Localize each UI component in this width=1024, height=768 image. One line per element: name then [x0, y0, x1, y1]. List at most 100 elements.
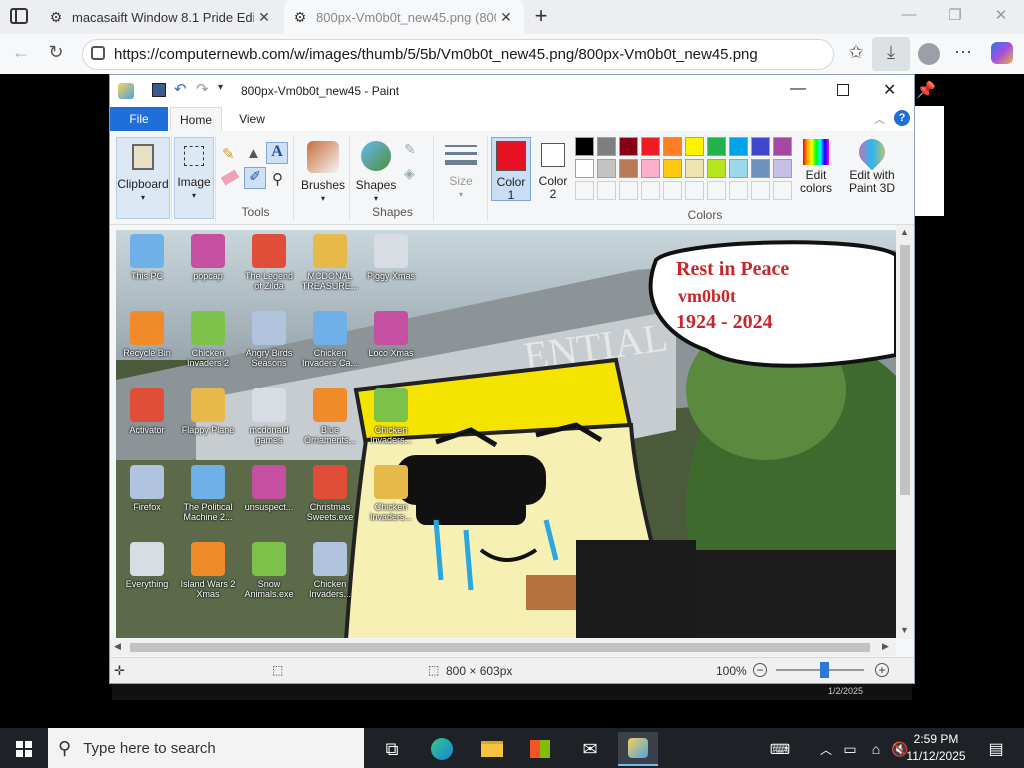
clock[interactable]: 2:59 PM 11/12/2025 — [905, 731, 967, 765]
scroll-down-icon[interactable]: ▼ — [900, 625, 909, 635]
start-button[interactable] — [4, 732, 44, 766]
palette-swatch[interactable] — [619, 137, 638, 156]
custom-color-slot[interactable] — [641, 181, 660, 200]
url-text[interactable]: https://computernewb.com/w/images/thumb/… — [114, 46, 758, 63]
browser-tab-1[interactable]: ⚙ macasaift Window 8.1 Pride Editic ✕ — [40, 0, 282, 34]
edit-colors-button[interactable]: Edit colors — [796, 137, 836, 201]
outline-icon[interactable]: ✎ — [404, 141, 416, 158]
maximize-icon[interactable] — [837, 84, 849, 96]
edge-icon[interactable] — [422, 732, 462, 766]
help-icon[interactable]: ? — [894, 110, 910, 126]
desktop-icon[interactable]: Piggy Xmas — [362, 234, 420, 281]
tab-home[interactable]: Home — [170, 107, 222, 131]
scroll-up-icon[interactable]: ▲ — [900, 227, 909, 237]
close-icon[interactable]: ✕ — [883, 80, 896, 100]
lock-icon[interactable] — [91, 46, 105, 60]
restore-icon[interactable]: ❐ — [940, 6, 970, 24]
downloads-button[interactable]: ⤓ — [872, 37, 910, 71]
palette-swatch[interactable] — [597, 137, 616, 156]
shapes-button[interactable]: Shapes ▾ — [354, 137, 398, 203]
close-window-icon[interactable]: ✕ — [986, 6, 1016, 24]
desktop-icon[interactable]: Chicken Invaders... — [301, 542, 359, 599]
drawing-canvas[interactable]: ENTIAL Rest in Peace vm0b0t 1924 - 2024 … — [116, 230, 896, 638]
browser-tab-2[interactable]: ⚙ 800px-Vm0b0t_new45.png (800 ✕ — [284, 0, 524, 34]
close-tab-icon[interactable]: ✕ — [496, 9, 516, 26]
new-tab-icon[interactable]: + — [530, 3, 552, 29]
zoom-out-icon[interactable]: − — [753, 663, 767, 677]
desktop-icon[interactable]: This PC — [118, 234, 176, 281]
task-view-icon[interactable]: ⧉ — [372, 732, 412, 766]
vertical-scrollbar[interactable]: ▲ ▼ — [896, 225, 914, 639]
desktop-icon[interactable]: The Legend of Zilda — [240, 234, 298, 291]
back-icon[interactable]: ← — [8, 42, 34, 63]
custom-color-slot[interactable] — [773, 181, 792, 200]
desktop-icon[interactable]: unsuspect... — [240, 465, 298, 512]
desktop-icon[interactable]: Flappy Plane — [179, 388, 237, 435]
notifications-icon[interactable]: ▤ — [976, 732, 1016, 766]
desktop-icon[interactable]: Activator — [118, 388, 176, 435]
palette-swatch[interactable] — [773, 137, 792, 156]
desktop-icon[interactable]: Christmas Sweets.exe — [301, 465, 359, 522]
color1-button[interactable]: Color 1 — [491, 137, 531, 202]
mail-icon[interactable]: ✉ — [570, 732, 610, 766]
desktop-icon[interactable]: popcap — [179, 234, 237, 281]
palette-swatch[interactable] — [685, 137, 704, 156]
color2-button[interactable]: Color 2 — [534, 137, 572, 201]
desktop-icon[interactable]: The Political Machine 2... — [179, 465, 237, 522]
collapse-ribbon-icon[interactable]: ︿ — [874, 111, 885, 127]
zoom-slider-thumb[interactable] — [820, 662, 830, 678]
palette-swatch[interactable] — [751, 159, 770, 178]
image-button[interactable]: Image ▾ — [174, 137, 214, 219]
clipboard-button[interactable]: Clipboard ▾ — [116, 137, 170, 219]
pencil-icon[interactable]: ✎ — [222, 145, 235, 163]
undo-icon[interactable]: ↶ — [174, 80, 187, 98]
custom-color-slot[interactable] — [729, 181, 748, 200]
profile-avatar[interactable] — [918, 43, 940, 65]
custom-color-slot[interactable] — [619, 181, 638, 200]
custom-color-slot[interactable] — [751, 181, 770, 200]
favorites-icon[interactable]: ✩ — [843, 42, 869, 63]
palette-swatch[interactable] — [663, 137, 682, 156]
horizontal-scroll-thumb[interactable] — [130, 643, 870, 652]
desktop-icon[interactable]: Snow Animals.exe — [240, 542, 298, 599]
desktop-icon[interactable]: Chicken Invaders 2 — [179, 311, 237, 368]
desktop-icon[interactable]: Recycle Bin — [118, 311, 176, 358]
palette-swatch[interactable] — [641, 137, 660, 156]
palette-swatch[interactable] — [619, 159, 638, 178]
desktop-icon[interactable]: Everything — [118, 542, 176, 589]
palette-swatch[interactable] — [707, 159, 726, 178]
store-icon[interactable] — [520, 732, 560, 766]
fill-icon[interactable]: ▲ — [246, 145, 261, 162]
desktop-icon[interactable]: Loco Xmas — [362, 311, 420, 358]
color-picker-icon[interactable]: ✐ — [244, 167, 266, 189]
paint-taskbar-icon[interactable] — [618, 732, 658, 766]
desktop-icon[interactable]: Blue Ornaments... — [301, 388, 359, 445]
desktop-icon[interactable]: Angry Birds Seasons — [240, 311, 298, 368]
save-icon[interactable] — [152, 83, 166, 97]
custom-color-slot[interactable] — [597, 181, 616, 200]
desktop-icon[interactable]: Chicken Invaders Ca... — [301, 311, 359, 368]
magnifier-icon[interactable]: ⚲ — [272, 170, 283, 188]
palette-swatch[interactable] — [707, 137, 726, 156]
quick-access-dropdown-icon[interactable]: ▾ — [218, 82, 223, 93]
file-explorer-icon[interactable] — [472, 732, 512, 766]
custom-color-slot[interactable] — [707, 181, 726, 200]
palette-swatch[interactable] — [641, 159, 660, 178]
palette-swatch[interactable] — [663, 159, 682, 178]
text-tool-icon[interactable]: A — [266, 142, 288, 164]
eraser-icon[interactable] — [220, 169, 240, 186]
palette-swatch[interactable] — [575, 137, 594, 156]
pin-icon[interactable]: 📌 — [916, 80, 936, 100]
desktop-icon[interactable]: Island Wars 2 Xmas — [179, 542, 237, 599]
keyboard-icon[interactable]: ⌨ — [760, 732, 800, 766]
tab-view[interactable]: View — [228, 107, 276, 131]
custom-color-slot[interactable] — [663, 181, 682, 200]
palette-swatch[interactable] — [729, 159, 748, 178]
minimize-icon[interactable]: — — [894, 6, 924, 23]
desktop-icon[interactable]: mcdonald games — [240, 388, 298, 445]
more-menu-icon[interactable]: ⋯ — [950, 42, 976, 63]
fill-shape-icon[interactable]: ◈ — [404, 165, 415, 182]
palette-swatch[interactable] — [751, 137, 770, 156]
size-button[interactable]: Size ▾ — [438, 137, 484, 203]
desktop-icon[interactable]: MCDONAL TREASURE... — [301, 234, 359, 291]
